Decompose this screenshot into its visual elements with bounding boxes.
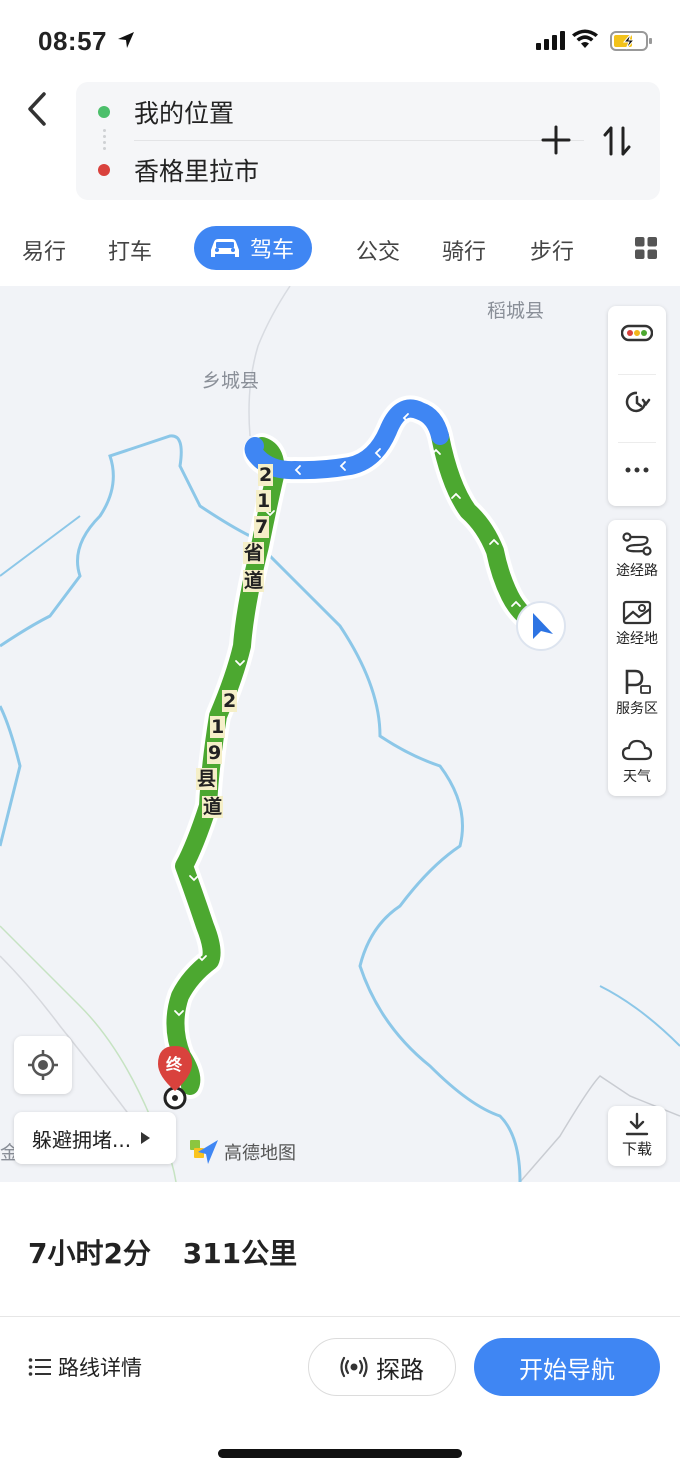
more-options[interactable]: [608, 456, 666, 484]
swap-route-icon[interactable]: [602, 124, 632, 158]
tab-drive-label: 驾车: [250, 238, 295, 263]
waypoint-place-button[interactable]: 途经地: [608, 598, 666, 648]
traffic-light-icon: [621, 324, 653, 342]
road-219-char: 县: [196, 768, 218, 790]
map-canvas: [0, 286, 680, 1182]
status-time: 08:57: [38, 26, 107, 56]
waypoint-route-button[interactable]: 途经路: [608, 530, 666, 580]
waypoint-route-icon: [622, 532, 652, 556]
wifi-icon: [572, 29, 598, 48]
road-217-char: 2: [258, 464, 274, 486]
route-input-panel: 我的位置 香格里拉市: [76, 82, 660, 200]
route-tools-toolbar: 途经路 途经地 服务区 天气: [608, 520, 666, 796]
tab-walk[interactable]: 步行: [530, 234, 574, 266]
parking-cup-icon: [625, 669, 651, 694]
route-divider: [134, 140, 584, 141]
origin-input[interactable]: 我的位置: [134, 94, 234, 130]
status-bar: 08:57: [0, 0, 680, 80]
route-connector: [103, 126, 106, 156]
tab-drive[interactable]: 驾车: [194, 226, 313, 270]
waypoint-place-label: 途经地: [616, 631, 658, 647]
clock-refresh-icon: [625, 391, 651, 413]
tab-bus[interactable]: 公交: [356, 234, 400, 266]
map-label-daocheng: 稻城县: [487, 300, 545, 322]
list-icon: [28, 1358, 51, 1376]
route-details-button[interactable]: 路线详情: [28, 1352, 142, 1382]
travel-mode-tabs: 易行 打车 驾车 公交 骑行 步行: [0, 222, 680, 278]
amap-logo-icon: [190, 1140, 218, 1164]
add-waypoint-icon[interactable]: [540, 124, 572, 156]
toolbar-divider: [618, 442, 656, 443]
road-217-char: 1: [256, 490, 272, 512]
avoid-congestion-label: 躲避拥堵...: [32, 1127, 132, 1152]
back-icon[interactable]: [22, 90, 52, 128]
start-navigation-button[interactable]: 开始导航: [474, 1338, 660, 1396]
broadcast-icon: [340, 1356, 368, 1378]
offline-download-button[interactable]: 下载: [608, 1106, 666, 1166]
cellular-signal-icon: [536, 31, 565, 50]
tab-bike[interactable]: 骑行: [442, 234, 486, 266]
road-217-char: 省: [243, 542, 265, 564]
map-pin-icon: [622, 600, 652, 625]
route-summary: 7小时2分 311公里: [28, 1232, 297, 1272]
battery-charging-icon: [610, 31, 652, 51]
service-area-button[interactable]: 服务区: [608, 668, 666, 718]
destination-input[interactable]: 香格里拉市: [134, 152, 259, 188]
destination-dot: [98, 164, 110, 176]
amap-logo: 高德地图: [190, 1138, 296, 1166]
road-217-char: 道: [243, 570, 265, 592]
start-navigation-label: 开始导航: [519, 1355, 615, 1384]
amap-logo-text: 高德地图: [224, 1143, 296, 1164]
tab-yixing[interactable]: 易行: [22, 234, 66, 266]
explore-road-label: 探路: [376, 1355, 424, 1384]
weather-label: 天气: [623, 769, 651, 785]
road-219-char: 1: [210, 716, 226, 738]
route-map[interactable]: 稻城县 乡城县 金 2 1 7 省 道 2 1 9 县 道 终 途经路 途经地: [0, 286, 680, 1182]
toolbar-divider: [618, 374, 656, 375]
end-marker-label: 终: [166, 1055, 183, 1074]
map-layer-toolbar: [608, 306, 666, 506]
download-icon: [625, 1112, 649, 1136]
explore-road-button[interactable]: 探路: [308, 1338, 456, 1396]
traffic-toggle[interactable]: [608, 318, 666, 346]
home-indicator[interactable]: [218, 1449, 462, 1458]
crosshair-icon: [28, 1050, 58, 1080]
location-arrow-icon: [118, 32, 134, 48]
avoid-congestion-button[interactable]: 躲避拥堵...: [14, 1112, 176, 1164]
download-label: 下载: [621, 1140, 652, 1158]
road-219-char: 道: [202, 796, 224, 818]
weather-button[interactable]: 天气: [608, 736, 666, 786]
locate-me-button[interactable]: [14, 1036, 72, 1094]
bottom-divider: [0, 1316, 680, 1317]
cloud-icon: [621, 739, 653, 761]
route-distance: 311公里: [182, 1237, 298, 1270]
route-details-label: 路线详情: [58, 1356, 142, 1380]
origin-dot: [98, 106, 110, 118]
road-219-char: 9: [207, 742, 223, 764]
more-modes-grid-icon[interactable]: [634, 236, 658, 260]
tab-taxi[interactable]: 打车: [108, 234, 152, 266]
service-area-label: 服务区: [616, 701, 658, 717]
car-icon: [211, 239, 239, 257]
waypoint-route-label: 途经路: [616, 563, 658, 579]
route-duration: 7小时2分: [28, 1237, 151, 1270]
more-icon: [625, 467, 649, 473]
play-arrow-icon: [141, 1132, 151, 1144]
road-217-char: 7: [254, 516, 270, 538]
map-label-xiangcheng: 乡城县: [202, 370, 260, 392]
history-toggle[interactable]: [608, 388, 666, 416]
road-219-char: 2: [222, 690, 238, 712]
